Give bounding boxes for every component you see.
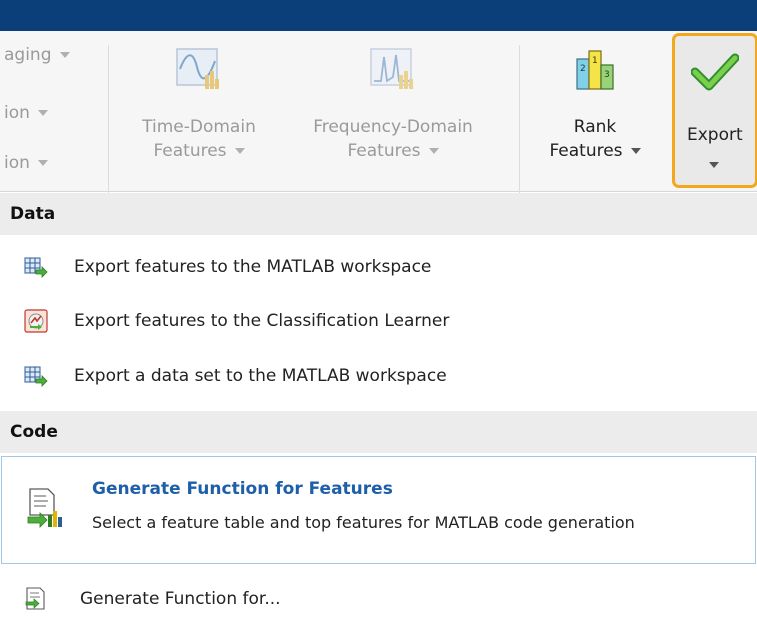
svg-text:3: 3 [604, 70, 610, 80]
section-header-data: Data [0, 193, 757, 235]
menu-item-label: Generate Function for... [80, 589, 281, 609]
table-export-icon [24, 257, 48, 278]
svg-text:1: 1 [592, 56, 598, 66]
chevron-down-icon [709, 162, 719, 168]
svg-text:2: 2 [580, 64, 586, 74]
menu-item-export-dataset-workspace[interactable]: Export a data set to the MATLAB workspac… [0, 349, 757, 403]
partial-menu-item-1: aging [4, 43, 70, 67]
toolstrip: aging ion ion Time-Domain Features Frequ… [0, 31, 757, 195]
menu-item-export-features-workspace[interactable]: Export features to the MATLAB workspace [0, 240, 757, 294]
partial-menu-item-2: ion [4, 101, 48, 125]
frequency-domain-icon [370, 48, 413, 89]
time-domain-icon [176, 48, 219, 89]
export-dropdown-menu: Data Export features to the MATLAB works… [0, 193, 757, 620]
frequency-domain-features-button[interactable]: Frequency-Domain Features [283, 41, 503, 163]
partial-menu-item-3: ion [4, 151, 48, 175]
generate-function-small-icon [25, 587, 45, 610]
checkmark-icon [691, 53, 739, 91]
rank-features-icon: 2 1 3 [576, 50, 614, 90]
rank-label-1: Rank [573, 117, 617, 137]
generate-function-title: Generate Function for Features [92, 479, 393, 499]
generate-function-icon [27, 488, 62, 528]
rank-label-2: Features [535, 139, 655, 163]
frequency-domain-label-1: Frequency-Domain [313, 117, 473, 137]
section-header-code: Code [0, 411, 757, 453]
toolstrip-separator [519, 45, 520, 195]
menu-item-generate-function-for[interactable]: Generate Function for... [0, 572, 757, 620]
time-domain-label-2: Features [124, 139, 274, 163]
export-button[interactable]: Export [672, 33, 757, 188]
generate-function-description: Select a feature table and top features … [92, 513, 635, 532]
menu-item-label: Export features to the Classification Le… [74, 311, 450, 331]
menu-item-label: Export a data set to the MATLAB workspac… [74, 366, 447, 386]
menu-item-generate-function-for-features[interactable]: Generate Function for Features Select a … [1, 456, 756, 564]
classification-learner-icon [24, 309, 48, 333]
time-domain-features-button[interactable]: Time-Domain Features [124, 41, 274, 163]
time-domain-label-1: Time-Domain [142, 117, 256, 137]
title-bar [0, 0, 757, 31]
rank-features-button[interactable]: 2 1 3 Rank Features [535, 41, 655, 163]
export-label: Export [687, 125, 743, 145]
menu-item-export-classification-learner[interactable]: Export features to the Classification Le… [0, 294, 757, 348]
frequency-domain-label-2: Features [283, 139, 503, 163]
menu-item-label: Export features to the MATLAB workspace [74, 257, 432, 277]
toolstrip-separator [108, 45, 109, 195]
table-export-icon [24, 366, 48, 387]
